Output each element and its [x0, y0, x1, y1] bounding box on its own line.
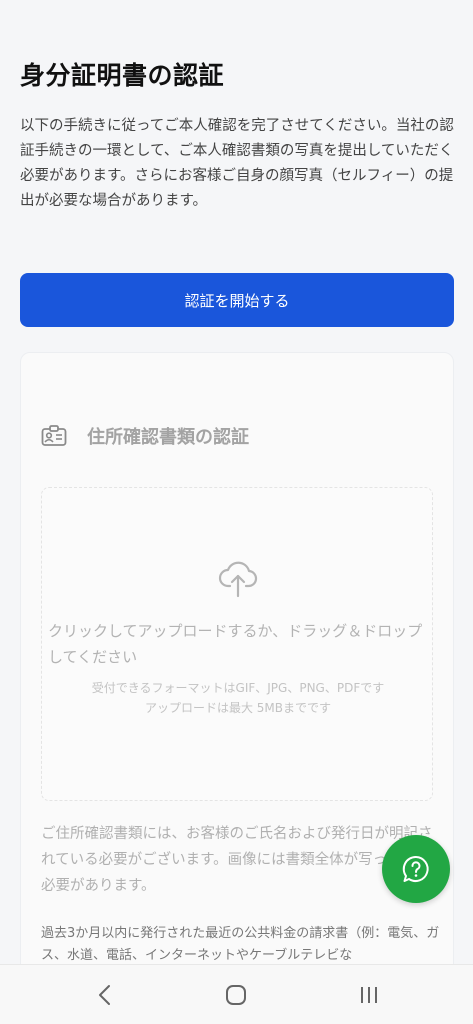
back-chevron-icon[interactable] [90, 980, 120, 1010]
card-header: 住所確認書類の認証 [41, 423, 249, 449]
cloud-upload-icon [218, 561, 258, 598]
home-icon[interactable] [221, 980, 251, 1010]
card-title: 住所確認書類の認証 [87, 427, 249, 448]
max-file-size: アップロードは最大 5MBまでです [144, 701, 332, 715]
address-verification-card: 住所確認書類の認証 クリックしてアップロードするか、ドラッグ＆ドロップしてくださ… [20, 352, 454, 1024]
question-chat-icon [402, 855, 429, 882]
page-title: 身分証明書の認証 [20, 61, 225, 90]
start-verification-button[interactable]: 認証を開始する [20, 273, 454, 327]
screen: 身分証明書の認証 以下の手続きに従ってご本人確認を完了させてください。当社の認証… [0, 0, 473, 1024]
id-card-icon [41, 425, 67, 446]
accepted-formats: 受付できるフォーマットはGIF、JPG、PNG、PDFです [91, 681, 385, 695]
upload-dropzone[interactable]: クリックしてアップロードするか、ドラッグ＆ドロップしてください 受付できるフォー… [41, 487, 433, 801]
system-nav-bar [0, 964, 473, 1024]
accepted-document-item: 過去3か月以内に発行された最近の公共料金の請求書（例：電気、ガス、水道、電話、イ… [41, 926, 440, 963]
upload-instruction: クリックしてアップロードするか、ドラッグ＆ドロップしてください [48, 622, 423, 666]
help-chat-button[interactable] [382, 835, 450, 903]
recent-apps-icon[interactable] [354, 980, 384, 1010]
upload-format-info: 受付できるフォーマットはGIF、JPG、PNG、PDFです アップロードは最大 … [42, 678, 434, 718]
address-document-notice: ご住所確認書類には、お客様のご氏名および発行日が明記されている必要がございます。… [41, 826, 433, 894]
page-description: 以下の手続きに従ってご本人確認を完了させてください。当社の認証手続きの一環として… [20, 118, 454, 209]
